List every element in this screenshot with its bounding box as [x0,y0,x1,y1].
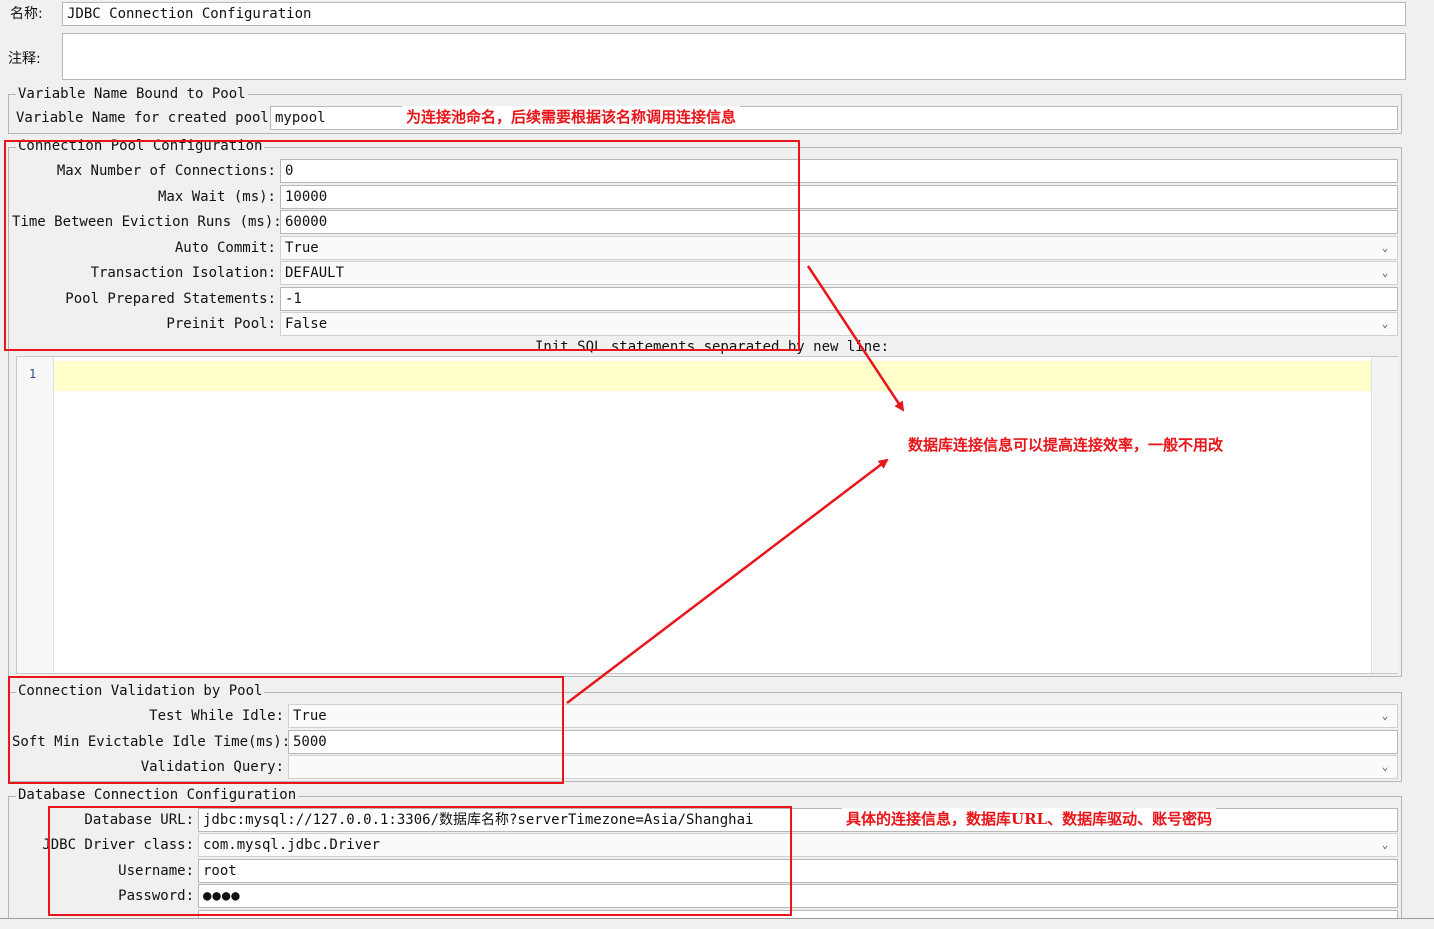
db-group-title: Database Connection Configuration [16,786,299,804]
comment-textarea[interactable] [62,33,1406,80]
panel-bottom-edge [0,918,1434,929]
validation-highlight [8,676,564,784]
pool-config-note: 数据库连接信息可以提高连接效率，一般不用改 [904,434,1228,456]
editor-scrollbar[interactable] [1371,357,1398,673]
pool-name-note: 为连接池命名，后续需要根据该名称调用连接信息 [402,106,741,128]
chevron-down-icon[interactable]: ⌄ [1379,313,1391,335]
current-line-highlight [54,361,1371,391]
pool-config-highlight [4,140,800,351]
line-number: 1 [29,367,37,381]
db-config-highlight [48,806,792,916]
chevron-down-icon[interactable]: ⌄ [1379,262,1391,284]
chevron-down-icon[interactable]: ⌄ [1379,237,1391,259]
name-label: 名称: [10,6,43,22]
pool-name-label: Variable Name for created pool: [16,110,278,126]
db-note: 具体的连接信息，数据库URL、数据库驱动、账号密码 [842,808,1217,830]
comment-label: 注释: [8,51,41,67]
chevron-down-icon[interactable]: ⌄ [1379,756,1391,778]
init-sql-editor[interactable]: 1 [16,356,1398,674]
chevron-down-icon[interactable]: ⌄ [1379,834,1391,856]
name-input[interactable]: JDBC Connection Configuration [62,2,1406,26]
chevron-down-icon[interactable]: ⌄ [1379,705,1391,727]
line-gutter: 1 [17,357,54,673]
variable-group-title: Variable Name Bound to Pool [16,85,248,103]
